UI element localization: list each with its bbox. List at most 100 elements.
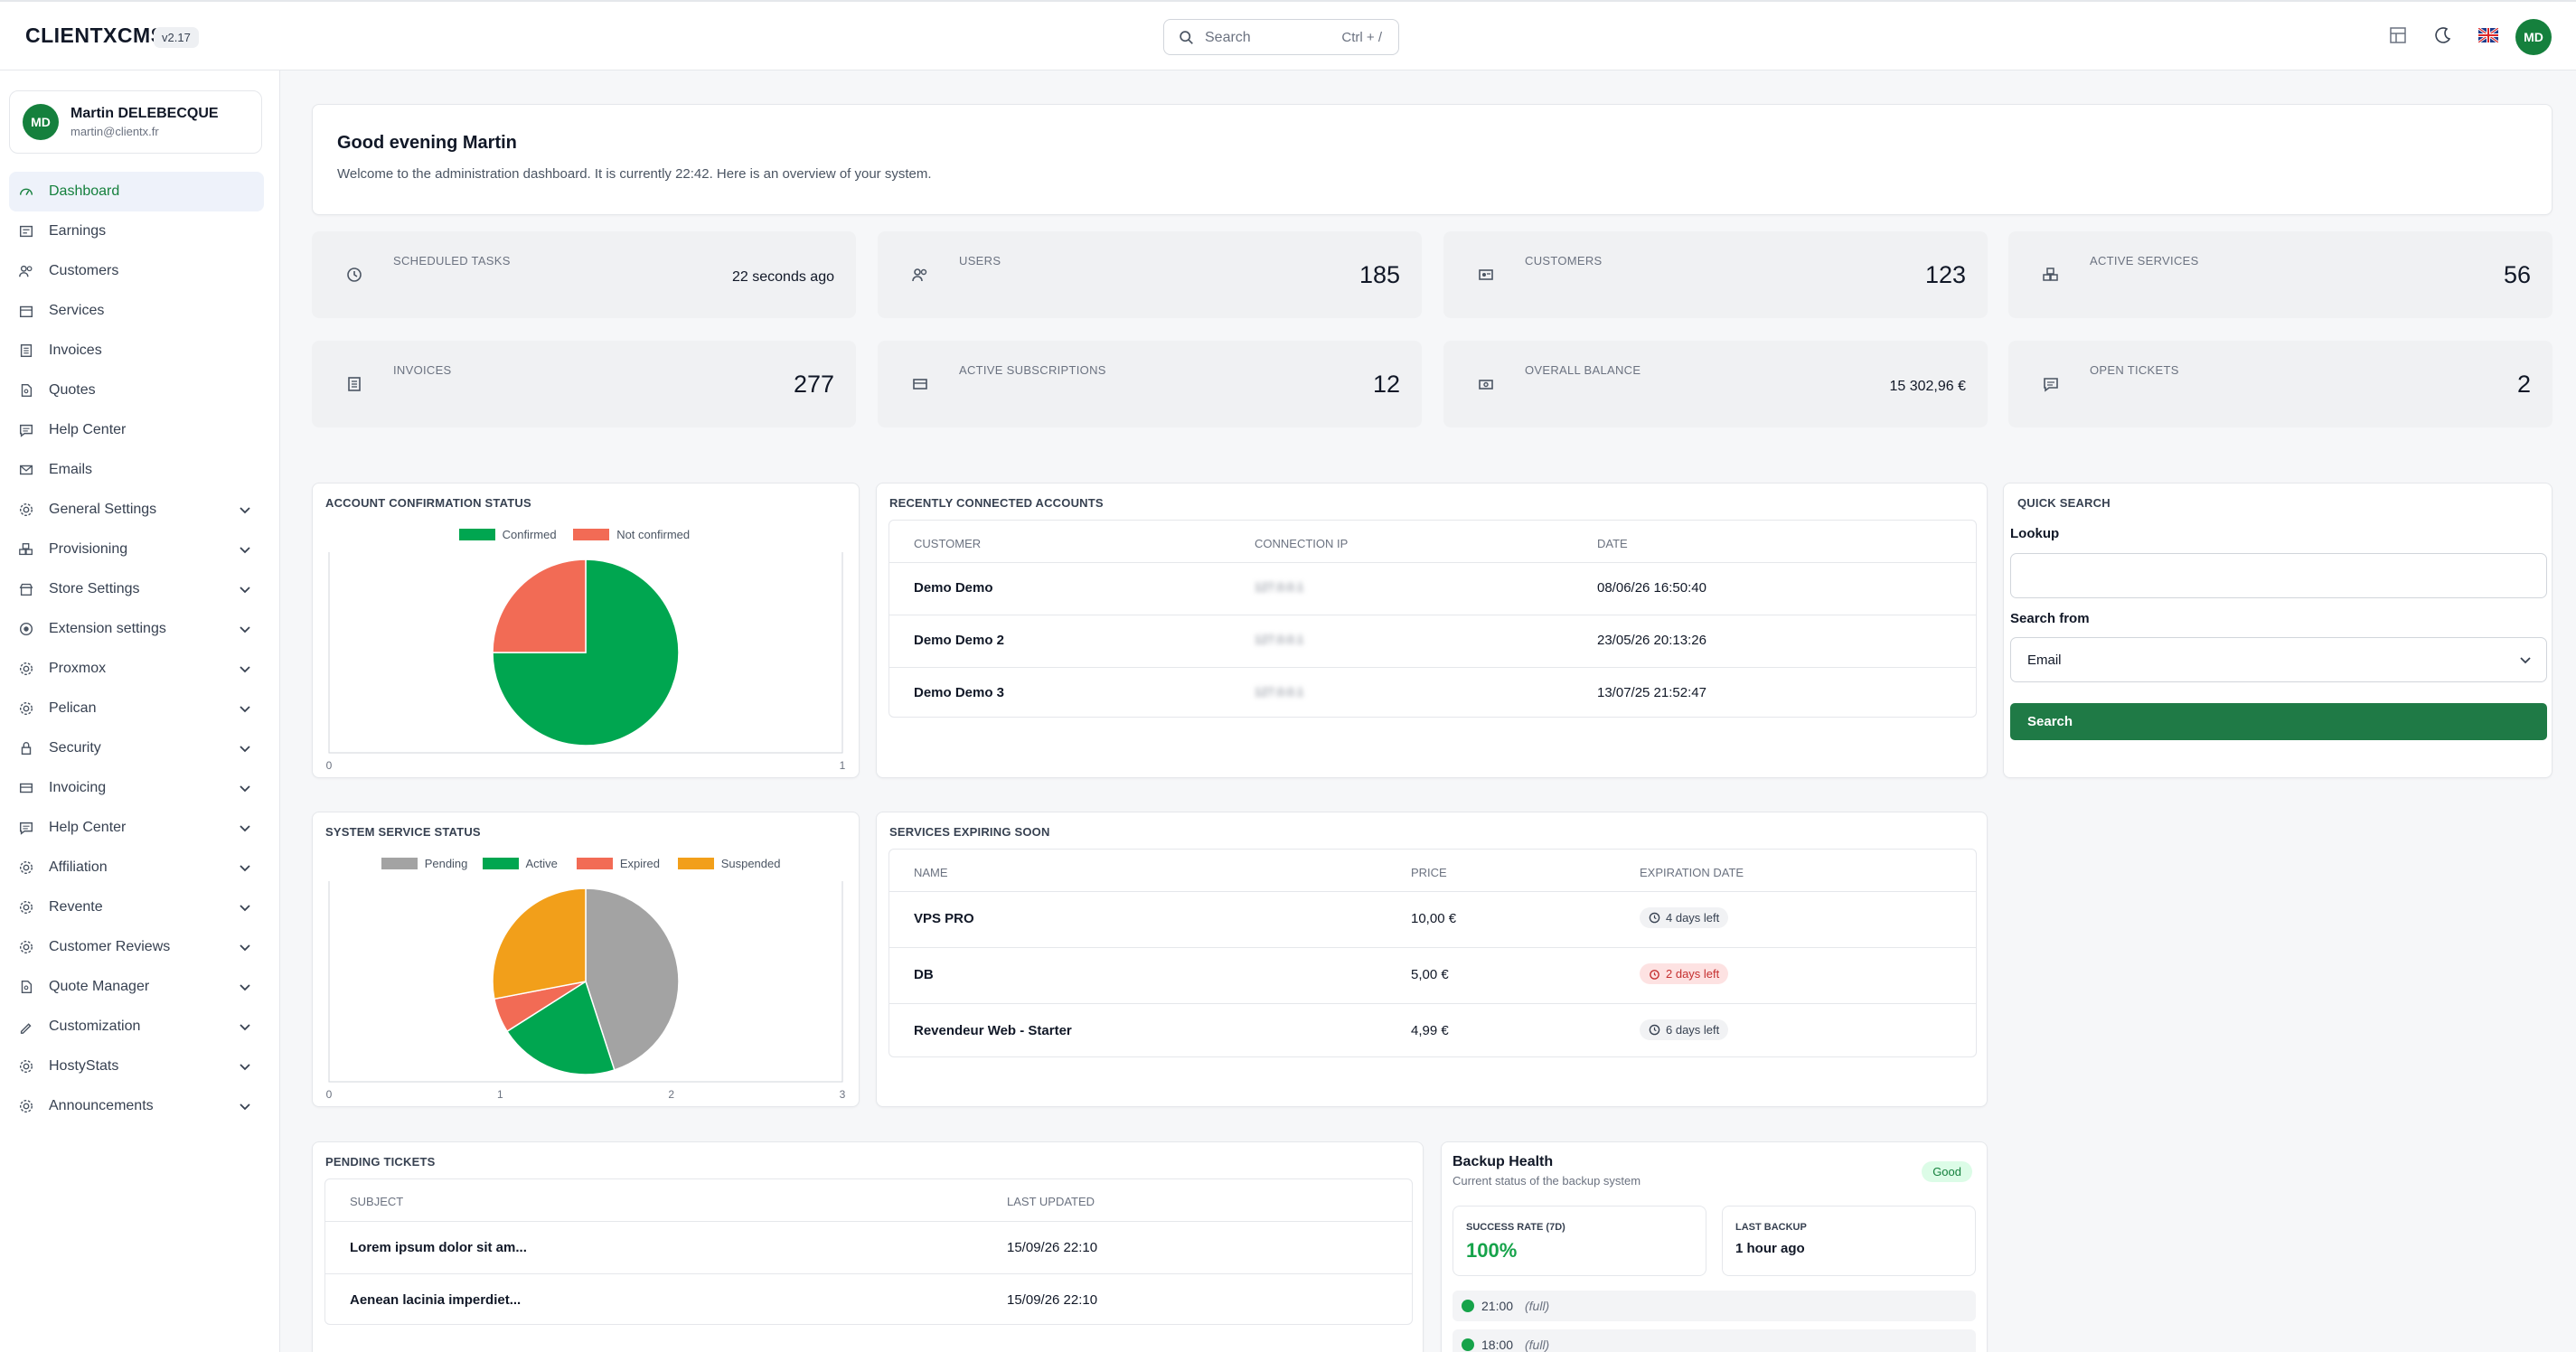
gear-icon <box>18 661 34 677</box>
gear-icon <box>18 899 34 915</box>
search-from-select[interactable]: Email <box>2010 637 2547 682</box>
service-name: DB <box>914 967 934 982</box>
sidebar-item-affiliation[interactable]: Affiliation <box>9 848 264 887</box>
chevron-down-icon <box>239 942 251 953</box>
stat-value: 2 <box>2516 371 2531 398</box>
connection-date: 08/06/26 16:50:40 <box>1597 580 1706 596</box>
stat-card-scheduled-tasks: SCHEDULED TASKS 22 seconds ago <box>312 231 856 318</box>
table-row[interactable]: Demo Demo 127.0.0.1 08/06/26 16:50:40 <box>889 562 1976 615</box>
sidebar-item-proxmox[interactable]: Proxmox <box>9 649 264 689</box>
sidebar-item-customization[interactable]: Customization <box>9 1007 264 1047</box>
moon-icon[interactable] <box>2433 25 2453 45</box>
table-row[interactable]: Demo Demo 2 127.0.0.1 23/05/26 20:13:26 <box>889 615 1976 667</box>
last-backup-box: LAST BACKUP 1 hour ago <box>1722 1206 1976 1276</box>
sidebar-item-label: Proxmox <box>49 661 107 676</box>
stat-card-invoices: INVOICES 277 <box>312 341 856 427</box>
sidebar-item-help-center[interactable]: Help Center <box>9 808 264 848</box>
sidebar-item-services[interactable]: Services <box>9 291 264 331</box>
stat-label: ACTIVE SUBSCRIPTIONS <box>959 363 1106 377</box>
sidebar-item-label: Customization <box>49 1019 141 1034</box>
stat-value: 123 <box>1924 261 1966 288</box>
sidebar-item-pelican[interactable]: Pelican <box>9 689 264 728</box>
stat-label: SCHEDULED TASKS <box>393 254 511 268</box>
sidebar-item-label: Pelican <box>49 700 97 716</box>
sidebar-item-hostystats[interactable]: HostyStats <box>9 1047 264 1086</box>
profile-email: martin@clientx.fr <box>71 125 159 138</box>
profile-card[interactable]: MD Martin DELEBECQUE martin@clientx.fr <box>9 90 262 154</box>
sidebar-item-announcements[interactable]: Announcements <box>9 1086 264 1126</box>
chevron-down-icon <box>2520 657 2531 664</box>
sidebar-item-dashboard[interactable]: Dashboard <box>9 172 264 211</box>
check-icon <box>1462 1338 1474 1351</box>
profile-name: Martin DELEBECQUE <box>71 106 219 121</box>
user-avatar[interactable]: MD <box>2515 19 2552 55</box>
service-price: 5,00 € <box>1411 967 1449 982</box>
table-row[interactable]: Revendeur Web - Starter 4,99 € 6 days le… <box>889 1003 1976 1056</box>
sidebar-item-label: Affiliation <box>49 859 108 875</box>
sidebar-item-security[interactable]: Security <box>9 728 264 768</box>
backup-time: 21:00 <box>1481 1299 1514 1313</box>
service-name: VPS PRO <box>914 911 974 926</box>
welcome-card: Good evening Martin Welcome to the admin… <box>312 104 2552 215</box>
sidebar-item-invoicing[interactable]: Invoicing <box>9 768 264 808</box>
stat-value: 185 <box>1359 261 1400 288</box>
table-row[interactable]: Aenean lacinia imperdiet... 15/09/26 22:… <box>325 1273 1412 1324</box>
file-icon <box>18 382 34 399</box>
gear-icon <box>18 700 34 717</box>
card-title: PENDING TICKETS <box>325 1155 436 1169</box>
sidebar-item-emails[interactable]: Emails <box>9 450 264 490</box>
sidebar-item-extension-settings[interactable]: Extension settings <box>9 609 264 649</box>
sidebar-item-customers[interactable]: Customers <box>9 251 264 291</box>
welcome-title: Good evening Martin <box>337 133 517 153</box>
x-tick-label: 3 <box>840 1088 846 1101</box>
search-box[interactable]: Search Ctrl + / <box>1163 19 1399 55</box>
search-button[interactable]: Search <box>2010 703 2547 740</box>
table-row[interactable]: VPS PRO 10,00 € 4 days left <box>889 891 1976 947</box>
x-tick-label: 0 <box>326 759 333 772</box>
check-icon <box>1462 1300 1474 1312</box>
stat-label: ACTIVE SERVICES <box>2090 254 2199 268</box>
sidebar-item-help-center[interactable]: Help Center <box>9 410 264 450</box>
sidebar-item-quotes[interactable]: Quotes <box>9 371 264 410</box>
stat-label: CUSTOMERS <box>1525 254 1603 268</box>
table-row[interactable]: DB 5,00 € 2 days left <box>889 947 1976 1003</box>
layout-icon[interactable] <box>2388 25 2408 45</box>
pending-tickets-table: SUBJECT LAST UPDATED Lorem ipsum dolor s… <box>324 1178 1413 1325</box>
sidebar-item-provisioning[interactable]: Provisioning <box>9 530 264 569</box>
brand-logo[interactable]: CLIENTXCMS <box>25 23 165 48</box>
sidebar-item-label: Dashboard <box>49 183 120 199</box>
chevron-down-icon <box>239 1101 251 1112</box>
sidebar-item-revente[interactable]: Revente <box>9 887 264 927</box>
column-header: SUBJECT <box>350 1195 404 1208</box>
id-card-icon <box>1477 266 1495 284</box>
gear-icon <box>18 1098 34 1114</box>
chevron-down-icon <box>239 703 251 714</box>
service-price: 4,99 € <box>1411 1023 1449 1038</box>
table-row[interactable]: Lorem ipsum dolor sit am... 15/09/26 22:… <box>325 1221 1412 1273</box>
lookup-label: Lookup <box>2010 526 2060 541</box>
uk-flag-icon[interactable] <box>2478 28 2498 42</box>
sidebar-item-label: Customer Reviews <box>49 939 171 954</box>
chat-icon <box>18 820 34 836</box>
x-tick-label: 1 <box>840 759 846 772</box>
chat-icon <box>2042 375 2060 393</box>
lookup-input[interactable] <box>2010 553 2547 598</box>
column-header: CUSTOMER <box>914 537 982 550</box>
search-from-label: Search from <box>2010 611 2090 626</box>
sidebar-item-customer-reviews[interactable]: Customer Reviews <box>9 927 264 967</box>
sidebar-item-invoices[interactable]: Invoices <box>9 331 264 371</box>
sidebar-item-label: HostyStats <box>49 1058 119 1074</box>
sidebar-item-quote-manager[interactable]: Quote Manager <box>9 967 264 1007</box>
search-shortcut: Ctrl + / <box>1341 30 1382 45</box>
service-name: Revendeur Web - Starter <box>914 1023 1072 1038</box>
chevron-down-icon <box>239 743 251 754</box>
sidebar-item-earnings[interactable]: Earnings <box>9 211 264 251</box>
sidebar-item-store-settings[interactable]: Store Settings <box>9 569 264 609</box>
chevron-down-icon <box>239 783 251 793</box>
x-tick-label: 1 <box>497 1088 503 1101</box>
sidebar-item-general-settings[interactable]: General Settings <box>9 490 264 530</box>
cubes-icon <box>18 541 34 558</box>
table-row[interactable]: Demo Demo 3 127.0.0.1 13/07/25 21:52:47 <box>889 667 1976 717</box>
pie-slice-not-confirmed[interactable] <box>492 559 587 653</box>
pie-slice-suspended[interactable] <box>492 887 587 1000</box>
